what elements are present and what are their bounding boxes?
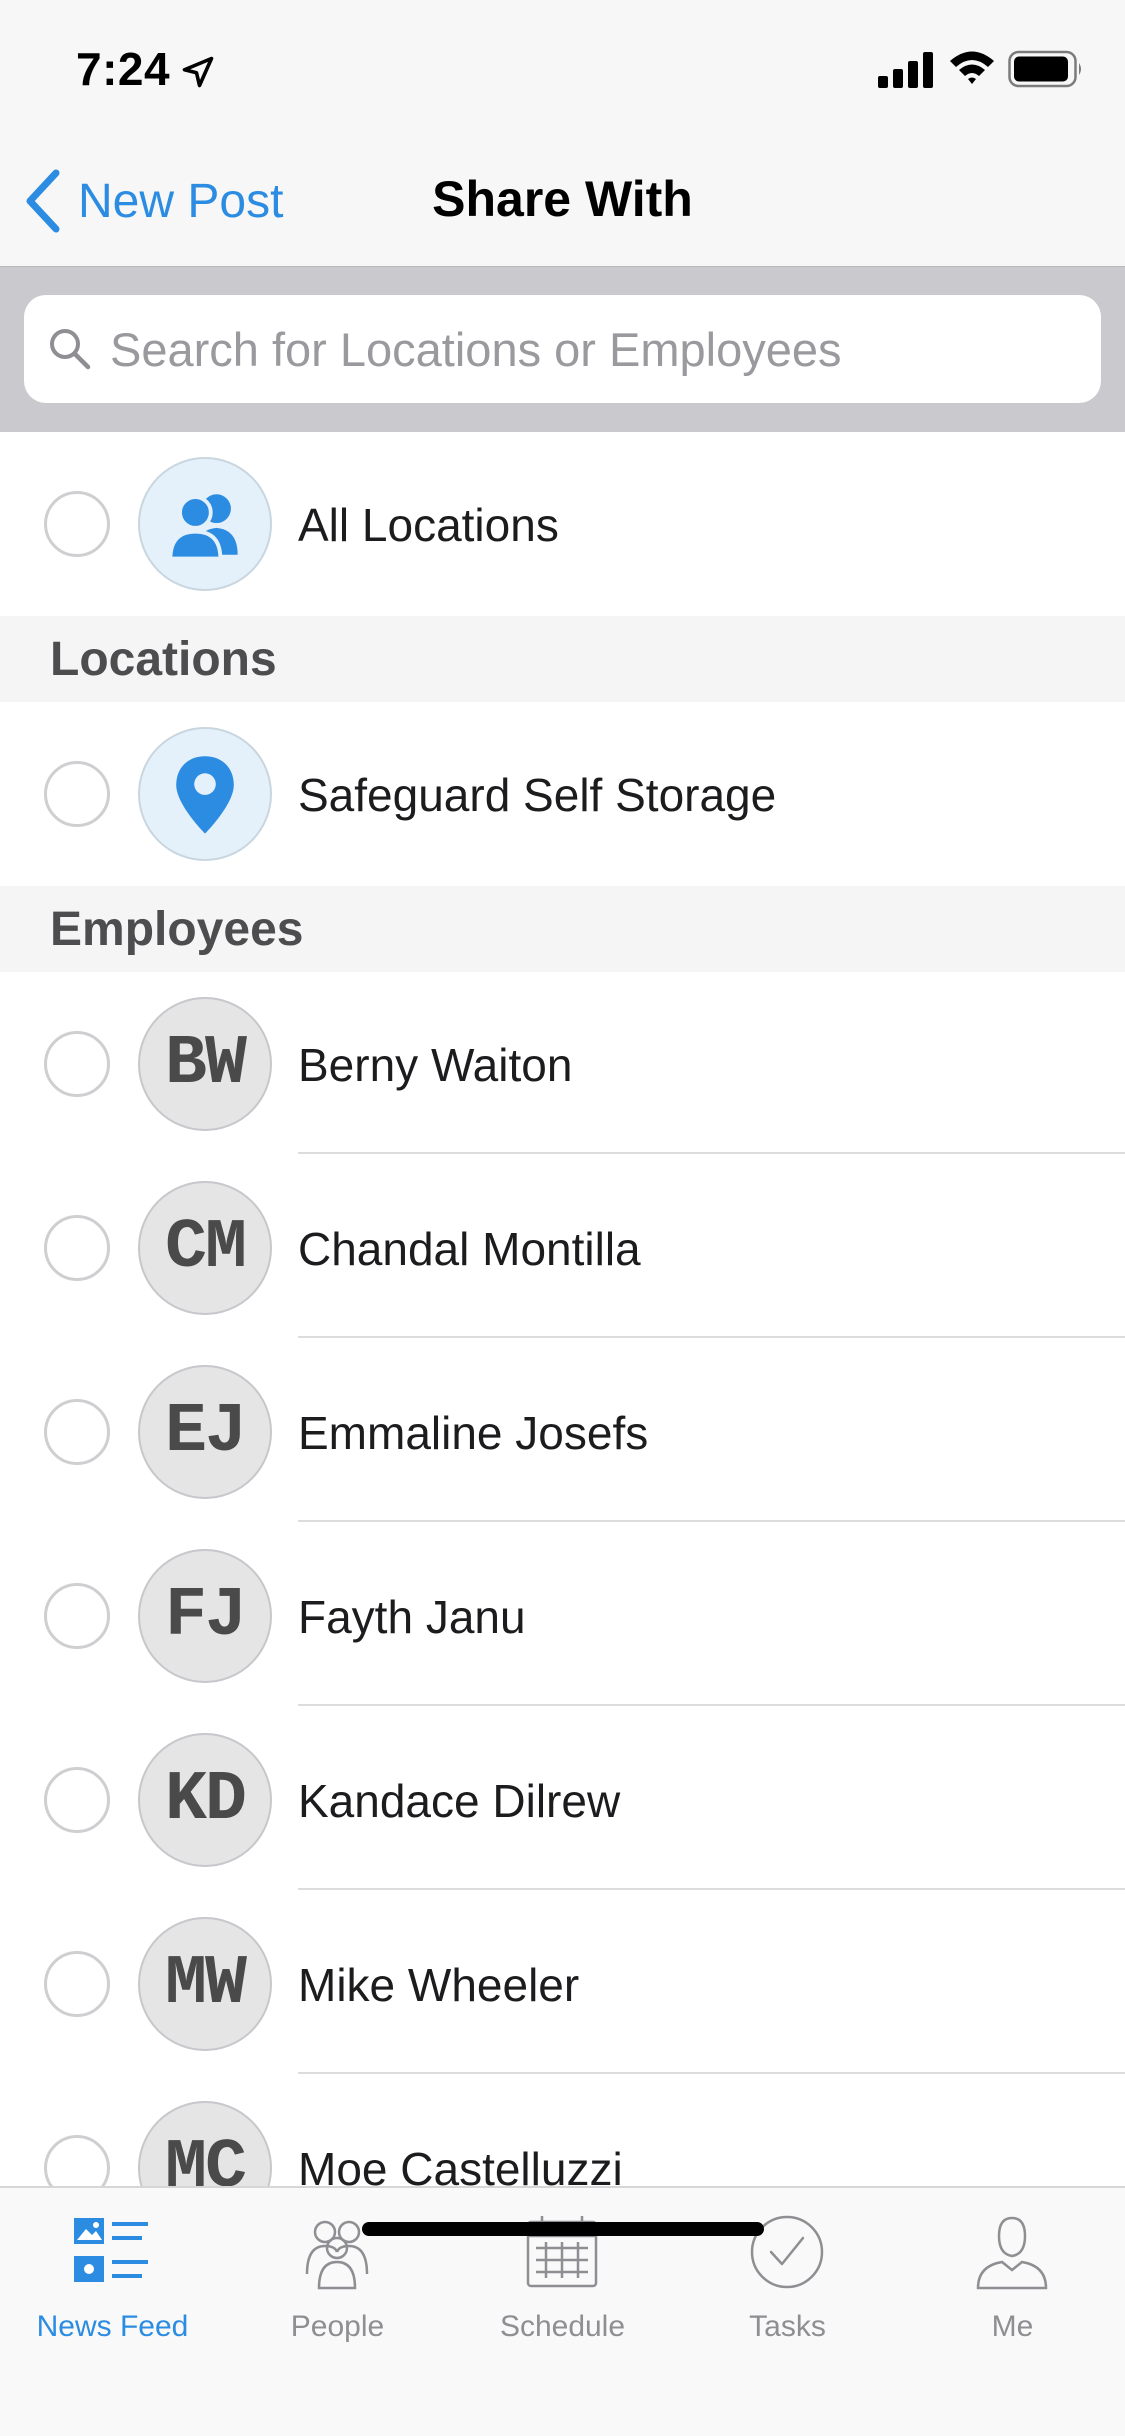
avatar: MC [138,2101,272,2186]
search-icon [50,329,91,370]
radio-button[interactable] [44,1767,110,1833]
location-pin-icon [176,756,234,834]
status-time: 7:24 [76,43,171,95]
avatar-initials: KD [164,1760,247,1840]
avatar: CM [138,1181,272,1315]
avatar-initials: MC [164,2128,247,2187]
employee-row[interactable]: MC Moe Castelluzzi [0,2076,1125,2186]
employee-row[interactable]: CM Chandal Montilla [0,1156,1125,1340]
avatar: BW [138,997,272,1131]
battery-icon [1008,50,1081,88]
section-title: Employees [50,903,304,956]
cellular-signal-icon [878,52,933,88]
row-separator [298,1152,1125,1154]
avatar [138,727,272,861]
location-row[interactable]: Safeguard Self Storage [0,702,1125,886]
employee-row[interactable]: FJ Fayth Janu [0,1524,1125,1708]
radio-button[interactable] [44,1583,110,1649]
radio-button[interactable] [44,761,110,827]
tab-label: News Feed [36,2310,189,2343]
row-separator [298,2072,1125,2074]
page-title: Share With [432,171,693,227]
wifi-icon [950,51,994,84]
employee-row[interactable]: EJ Emmaline Josefs [0,1340,1125,1524]
section-title: Locations [50,633,277,686]
row-label: Safeguard Self Storage [298,769,777,821]
tab-label: Tasks [749,2310,826,2343]
radio-button[interactable] [44,491,110,557]
avatar-initials: CM [164,1208,247,1288]
avatar: FJ [138,1549,272,1683]
avatar: EJ [138,1365,272,1499]
tab-label: Me [991,2310,1034,2343]
section-header-locations: Locations [0,616,1125,702]
radio-button[interactable] [44,1399,110,1465]
avatar: KD [138,1733,272,1867]
radio-button[interactable] [44,1215,110,1281]
employee-name: Emmaline Josefs [298,1407,649,1459]
row-separator [298,1336,1125,1338]
radio-button[interactable] [44,2135,110,2186]
avatar-initials: EJ [164,1392,247,1472]
row-separator [298,1704,1125,1706]
avatar-initials: FJ [164,1576,247,1656]
tab-me[interactable]: Me [900,2206,1125,2356]
section-header-employees: Employees [0,886,1125,972]
employee-row[interactable]: MW Mike Wheeler [0,1892,1125,2076]
employee-name: Berny Waiton [298,1039,573,1091]
status-bar: 7:24 [0,0,1125,136]
navigation-bar: New Post Share With [0,136,1125,266]
tab-label: People [290,2310,385,2343]
employee-name: Moe Castelluzzi [298,2143,623,2186]
avatar-initials: MW [164,1944,247,2024]
row-separator [298,1888,1125,1890]
row-separator [298,1520,1125,1522]
avatar-initials: BW [164,1024,247,1104]
all-locations-row[interactable]: All Locations [0,432,1125,616]
search-input[interactable] [110,321,1070,377]
avatar: MW [138,1917,272,2051]
employee-name: Chandal Montilla [298,1223,641,1275]
employee-row[interactable]: KD Kandace Dilrew [0,1708,1125,1892]
employee-name: Mike Wheeler [298,1959,580,2011]
search-field[interactable] [24,295,1101,403]
location-arrow-icon [182,56,214,88]
radio-button[interactable] [44,1031,110,1097]
news-feed-icon [74,2218,148,2282]
tab-news-feed[interactable]: News Feed [0,2206,225,2356]
radio-button[interactable] [44,1951,110,2017]
search-bar [0,266,1125,432]
employee-row[interactable]: BW Berny Waiton [0,972,1125,1156]
employee-name: Kandace Dilrew [298,1775,621,1827]
person-icon [976,2216,1048,2290]
people-group-icon [168,494,238,561]
home-indicator [362,2222,764,2236]
employee-name: Fayth Janu [298,1591,526,1643]
avatar [138,457,272,591]
tab-label: Schedule [499,2310,626,2343]
row-label: All Locations [298,499,559,551]
